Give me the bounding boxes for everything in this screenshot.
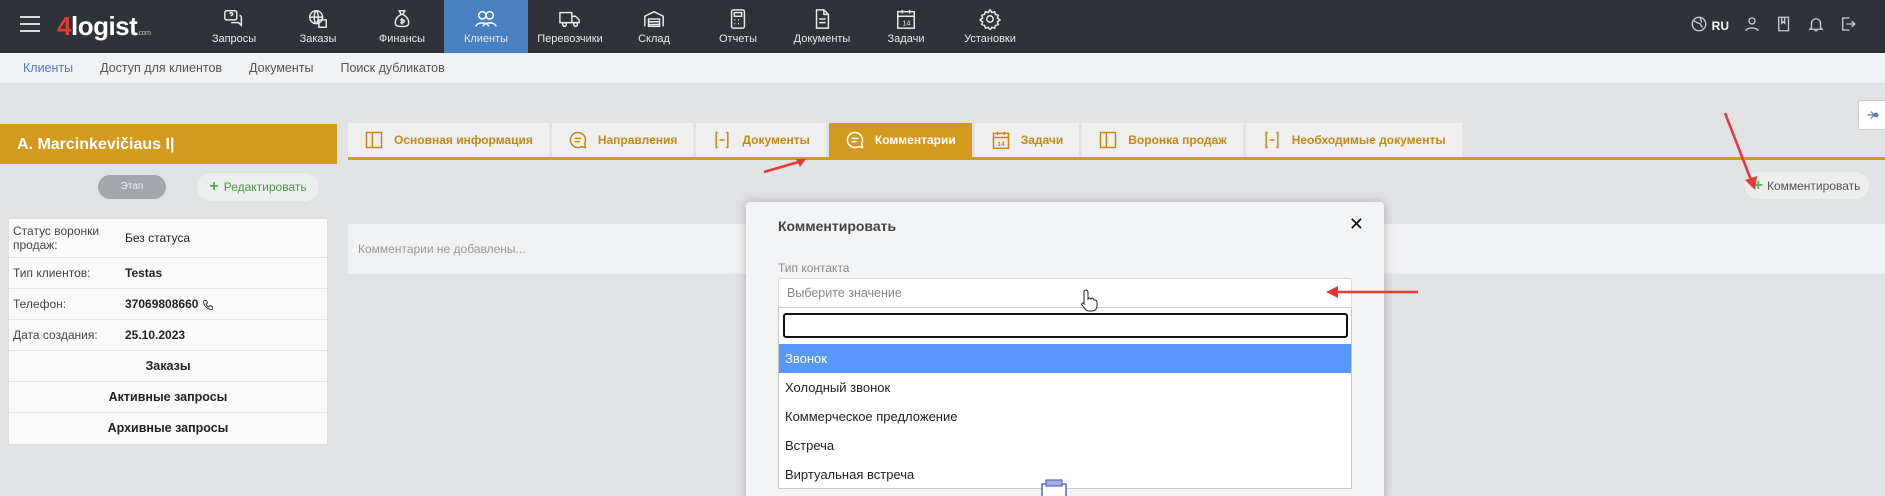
comment-modal: Комментировать ✕ Тип контакта Выберите з… bbox=[746, 202, 1384, 496]
svg-text:14: 14 bbox=[902, 18, 910, 27]
subnav-client-access[interactable]: Доступ для клиентов bbox=[100, 61, 222, 75]
phone-number[interactable]: 37069808660 bbox=[125, 297, 198, 311]
contact-type-label: Тип контакта bbox=[778, 261, 850, 275]
calendar-icon: 14 bbox=[992, 131, 1009, 150]
chat-icon bbox=[846, 131, 864, 149]
globe-icon bbox=[1690, 15, 1708, 36]
side-panel-toggle[interactable] bbox=[1858, 100, 1885, 130]
dropdown-options: Звонок Холодный звонок Коммерческое пред… bbox=[779, 344, 1351, 489]
tab-tasks[interactable]: 14 Задачи bbox=[974, 123, 1080, 160]
archived-requests-link[interactable]: Архивные запросы bbox=[9, 413, 327, 444]
language-switcher[interactable]: RU bbox=[1690, 15, 1729, 36]
gear-icon bbox=[978, 8, 1002, 30]
client-name-header: A. Marcinkevičiaus I| bbox=[0, 124, 337, 164]
pin-icon bbox=[1867, 111, 1879, 119]
users-icon bbox=[474, 8, 498, 30]
money-bag-icon bbox=[390, 8, 414, 30]
nav-item-reports[interactable]: Отчеты bbox=[696, 0, 780, 53]
tab-sales-funnel[interactable]: Воронка продаж bbox=[1082, 123, 1243, 160]
info-key: Телефон: bbox=[13, 297, 67, 311]
main-nav: Запросы Заказы Финансы Клиенты Перевозчи… bbox=[192, 0, 1032, 53]
truck-icon bbox=[558, 8, 582, 30]
bell-icon[interactable] bbox=[1807, 15, 1825, 36]
warehouse-icon bbox=[642, 8, 666, 30]
nav-item-carriers[interactable]: Перевозчики bbox=[528, 0, 612, 53]
nav-item-requests[interactable]: Запросы bbox=[192, 0, 276, 53]
info-value: Без статуса bbox=[125, 231, 191, 245]
option-meeting[interactable]: Встреча bbox=[779, 431, 1351, 460]
info-value: 25.10.2023 bbox=[125, 328, 186, 342]
tab-directions[interactable]: Направления bbox=[551, 123, 694, 160]
user-icon[interactable] bbox=[1743, 15, 1761, 36]
nav-item-warehouse[interactable]: Склад bbox=[612, 0, 696, 53]
chat-question-icon bbox=[222, 8, 246, 30]
info-value-phone[interactable]: 37069808660 bbox=[121, 292, 327, 316]
active-requests-link[interactable]: Активные запросы bbox=[9, 382, 327, 413]
modal-title: Комментировать bbox=[778, 218, 897, 234]
tab-required-documents[interactable]: Необходимые документы bbox=[1245, 123, 1462, 160]
nav-item-tasks[interactable]: 14 Задачи bbox=[864, 0, 948, 53]
subnav-duplicate-search[interactable]: Поиск дубликатов bbox=[340, 61, 444, 75]
info-key: Статус воронки продаж: bbox=[13, 224, 100, 252]
document-icon bbox=[810, 8, 834, 30]
info-key: Дата создания: bbox=[13, 328, 98, 342]
nav-item-settings[interactable]: Установки bbox=[948, 0, 1032, 53]
calendar-icon: 14 bbox=[894, 8, 918, 30]
tab-documents[interactable]: Документы bbox=[696, 123, 826, 160]
logout-icon[interactable] bbox=[1839, 15, 1857, 36]
edit-client-button[interactable]: + Редактировать bbox=[197, 173, 319, 201]
info-row-phone: Телефон: 37069808660 bbox=[9, 289, 327, 320]
hamburger-menu-icon[interactable] bbox=[20, 16, 40, 32]
info-row-funnel-status: Статус воронки продаж: Без статуса bbox=[9, 219, 327, 258]
contact-type-select[interactable]: Выберите значение bbox=[778, 278, 1352, 308]
phone-icon[interactable] bbox=[202, 299, 214, 311]
option-commercial-offer[interactable]: Коммерческое предложение bbox=[779, 402, 1351, 431]
calculator-icon bbox=[726, 8, 750, 30]
annotation-arrow-select bbox=[1326, 286, 1418, 298]
plus-icon: + bbox=[209, 178, 219, 195]
info-row-created-date: Дата создания: 25.10.2023 bbox=[9, 320, 327, 351]
panel-icon bbox=[1100, 131, 1117, 149]
info-key: Тип клиентов: bbox=[13, 266, 91, 280]
hand-cursor-icon bbox=[1081, 289, 1098, 312]
nav-item-clients[interactable]: Клиенты bbox=[444, 0, 528, 53]
info-row-client-type: Тип клиентов: Testas bbox=[9, 258, 327, 289]
nav-item-finance[interactable]: Финансы bbox=[360, 0, 444, 53]
svg-text:14: 14 bbox=[997, 141, 1005, 148]
chat-icon bbox=[569, 131, 587, 149]
tab-main-info[interactable]: Основная информация bbox=[348, 123, 549, 160]
contact-type-dropdown: Звонок Холодный звонок Коммерческое пред… bbox=[778, 307, 1352, 489]
dropdown-search-input[interactable] bbox=[783, 313, 1348, 338]
option-cold-call[interactable]: Холодный звонок bbox=[779, 373, 1351, 402]
add-comment-button[interactable]: + Комментировать bbox=[1745, 172, 1869, 199]
tab-comments[interactable]: Комментарии bbox=[828, 123, 972, 160]
client-info-table: Статус воронки продаж: Без статуса Тип к… bbox=[8, 218, 328, 445]
annotation-arrow-comments-tab bbox=[763, 159, 806, 174]
globe-box-icon bbox=[306, 8, 330, 30]
subnav-clients[interactable]: Клиенты bbox=[23, 61, 73, 75]
document-bracket-icon bbox=[715, 131, 730, 149]
top-navigation-bar: 4logist.com Запросы Заказы Финансы Клиен… bbox=[0, 0, 1885, 53]
client-actions: Этап + Редактировать bbox=[0, 170, 337, 204]
client-tabs: Основная информация Направления Документ… bbox=[348, 123, 1462, 160]
orders-link[interactable]: Заказы bbox=[9, 351, 327, 382]
option-call[interactable]: Звонок bbox=[779, 344, 1351, 373]
info-value: Testas bbox=[125, 266, 163, 280]
stage-button[interactable]: Этап bbox=[98, 175, 166, 199]
app-logo[interactable]: 4logist.com bbox=[57, 11, 151, 42]
clipboard-icon bbox=[1041, 479, 1067, 496]
annotation-arrow-add-comment bbox=[1723, 112, 1757, 190]
panel-icon bbox=[365, 131, 383, 149]
document-bracket-icon bbox=[1265, 131, 1279, 149]
subnav-documents[interactable]: Документы bbox=[249, 61, 313, 75]
book-icon[interactable] bbox=[1775, 15, 1793, 36]
nav-item-documents[interactable]: Документы bbox=[780, 0, 864, 53]
top-right-controls: RU bbox=[1690, 15, 1857, 36]
close-icon[interactable]: ✕ bbox=[1349, 214, 1364, 235]
sub-navigation: Клиенты Доступ для клиентов Документы По… bbox=[0, 53, 1885, 84]
nav-item-orders[interactable]: Заказы bbox=[276, 0, 360, 53]
